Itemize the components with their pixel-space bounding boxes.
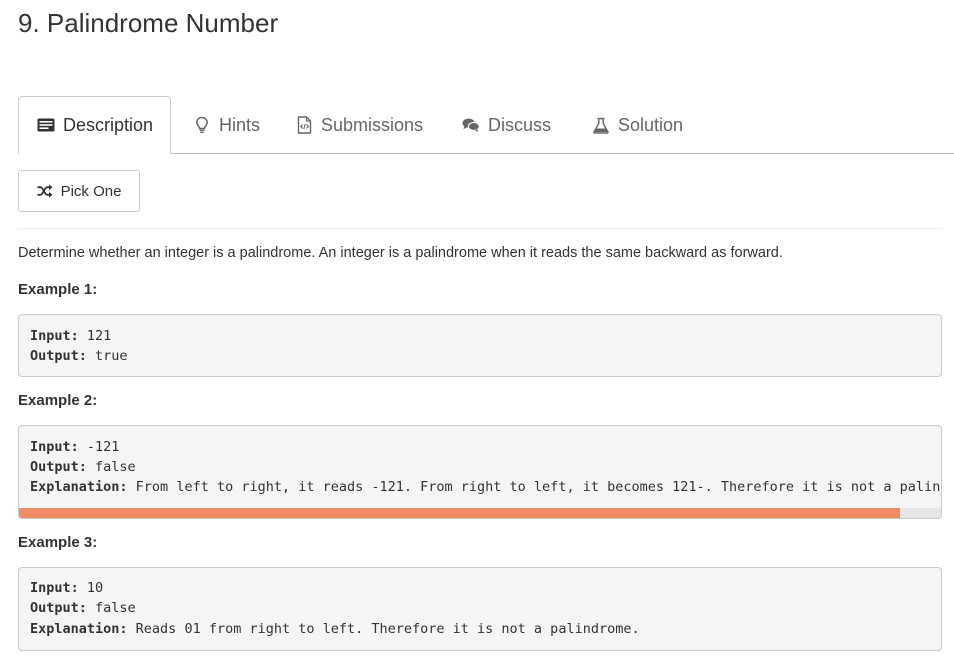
problem-page: 9. Palindrome Number Description Hints S… <box>0 0 954 658</box>
example-2-heading: Example 2: <box>18 392 98 409</box>
example-2-code-block: Input: -121 Output: false Explanation: F… <box>18 425 942 519</box>
code-line: Explanation: From left to right, it read… <box>30 479 942 495</box>
example-3-code-block: Input: 10 Output: false Explanation: Rea… <box>18 567 942 651</box>
pick-one-button[interactable]: Pick One <box>18 170 140 212</box>
code-line: Output: true <box>30 348 128 364</box>
tab-bar: Description Hints Submissions Discuss So… <box>18 96 954 154</box>
section-divider <box>18 228 942 229</box>
description-icon <box>37 116 55 134</box>
page-title: 9. Palindrome Number <box>18 8 279 38</box>
code-line: Input: 121 <box>30 328 112 344</box>
tab-solution[interactable]: Solution <box>592 96 683 154</box>
example-1-heading: Example 1: <box>18 281 98 298</box>
tab-label: Description <box>63 114 154 135</box>
comments-icon <box>462 116 480 134</box>
horizontal-scrollbar[interactable] <box>19 508 941 518</box>
tab-submissions[interactable]: Submissions <box>295 96 423 154</box>
example-1-code-block: Input: 121 Output: true <box>18 314 942 377</box>
tab-hints[interactable]: Hints <box>193 96 260 154</box>
flask-icon <box>592 116 610 134</box>
tab-label: Solution <box>618 114 684 135</box>
tab-label: Hints <box>219 114 261 135</box>
tab-label: Submissions <box>321 114 424 135</box>
code-file-icon <box>295 116 313 134</box>
tab-label: Discuss <box>488 114 552 135</box>
shuffle-icon <box>37 184 53 198</box>
example-3-heading: Example 3: <box>18 534 98 551</box>
code-line: Input: -121 <box>30 439 120 455</box>
lightbulb-icon <box>193 116 211 134</box>
code-line: Explanation: Reads 01 from right to left… <box>30 621 640 637</box>
problem-description: Determine whether an integer is a palind… <box>18 245 783 261</box>
tab-discuss[interactable]: Discuss <box>462 96 551 154</box>
pick-one-label: Pick One <box>60 182 122 200</box>
tab-description[interactable]: Description <box>18 96 171 154</box>
scrollbar-thumb[interactable] <box>19 508 900 518</box>
code-line: Input: 10 <box>30 580 104 596</box>
code-line: Output: false <box>30 600 136 616</box>
code-line: Output: false <box>30 459 136 475</box>
